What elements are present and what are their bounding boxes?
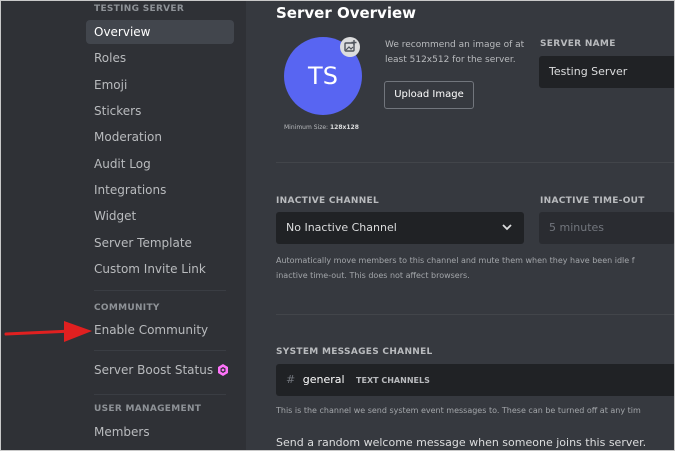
inactive-channel-select[interactable]: No Inactive Channel	[276, 212, 524, 244]
server-name-label: SERVER NAME	[540, 39, 616, 49]
min-size-label: Minimum Size:	[284, 124, 329, 131]
settings-sidebar: TESTING SERVER Overview Roles Emoji Stic…	[0, 0, 246, 451]
chevron-down-icon	[502, 224, 512, 231]
inactive-channel-label: INACTIVE CHANNEL	[276, 196, 380, 206]
sidebar-item-widget[interactable]: Widget	[86, 204, 234, 228]
sidebar-divider	[94, 290, 226, 291]
sidebar-item-moderation[interactable]: Moderation	[86, 125, 234, 149]
min-size-note: Minimum Size: 128x128	[284, 124, 359, 131]
welcome-message-toggle-label: Send a random welcome message when someo…	[276, 436, 647, 449]
inactive-channel-value: No Inactive Channel	[286, 221, 397, 234]
inactive-help-text-line2: inactive time-out. This does not affect …	[276, 271, 470, 280]
system-messages-channel-label: SYSTEM MESSAGES CHANNEL	[276, 347, 433, 357]
sidebar-divider	[94, 394, 226, 395]
page-title: Server Overview	[276, 4, 416, 22]
upload-image-button[interactable]: Upload Image	[384, 81, 474, 109]
sidebar-item-audit-log[interactable]: Audit Log	[86, 152, 234, 176]
min-size-value: 128x128	[329, 124, 359, 131]
sidebar-item-members[interactable]: Members	[86, 420, 234, 444]
server-category-label: TESTING SERVER	[94, 4, 185, 14]
system-channel-category: TEXT CHANNELS	[356, 376, 430, 385]
user-management-category-label: USER MANAGEMENT	[94, 404, 202, 414]
sidebar-item-enable-community[interactable]: Enable Community	[86, 318, 234, 342]
section-divider	[276, 162, 675, 163]
image-recommendation-text: We recommend an image of at least 512x51…	[385, 40, 525, 65]
server-boost-icon	[218, 364, 228, 376]
inactive-help-text-line1: Automatically move members to this chann…	[276, 256, 635, 265]
section-divider	[276, 314, 675, 315]
server-name-input[interactable]: Testing Server	[539, 56, 675, 88]
inactive-timeout-select[interactable]: 5 minutes	[539, 212, 675, 244]
sidebar-item-custom-invite-link[interactable]: Custom Invite Link	[86, 257, 234, 281]
system-messages-channel-select[interactable]: # general TEXT CHANNELS	[276, 364, 675, 396]
sidebar-item-server-template[interactable]: Server Template	[86, 231, 234, 255]
sidebar-item-integrations[interactable]: Integrations	[86, 178, 234, 202]
add-image-icon[interactable]	[340, 37, 360, 57]
sidebar-item-stickers[interactable]: Stickers	[86, 99, 234, 123]
sidebar-item-overview[interactable]: Overview	[86, 20, 234, 44]
channel-hash-icon: #	[286, 373, 296, 386]
sidebar-divider	[94, 350, 226, 351]
sidebar-item-server-boost-status[interactable]: Server Boost Status	[86, 358, 234, 382]
system-channel-help-text: This is the channel we send system event…	[276, 406, 641, 415]
sidebar-item-emoji[interactable]: Emoji	[86, 73, 234, 97]
community-category-label: COMMUNITY	[94, 303, 160, 313]
sidebar-item-roles[interactable]: Roles	[86, 46, 234, 70]
system-channel-name: general	[302, 373, 345, 386]
red-arrow-annotation-icon	[4, 321, 92, 342]
inactive-timeout-label: INACTIVE TIME-OUT	[540, 196, 645, 206]
